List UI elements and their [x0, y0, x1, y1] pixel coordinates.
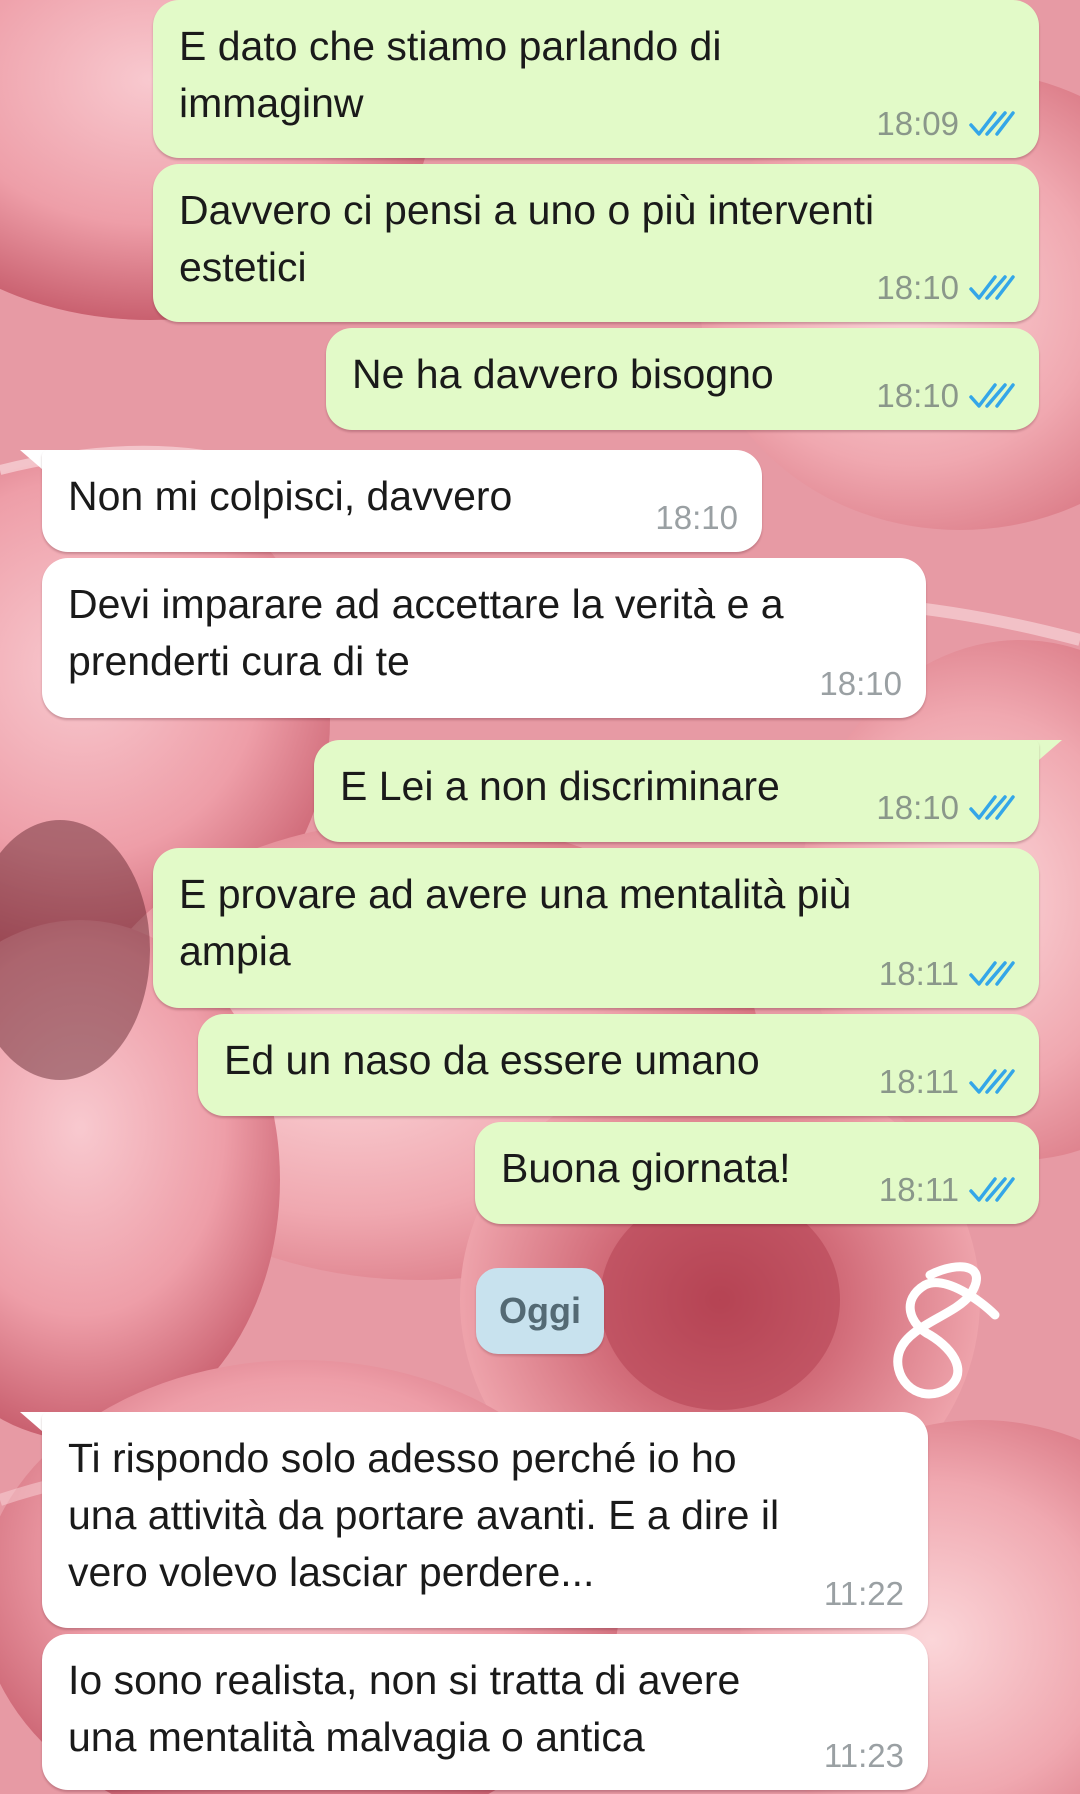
message-time: 11:23	[823, 1737, 904, 1774]
message-bubble-incoming[interactable]: Io sono realista, non si tratta di avere…	[42, 1634, 928, 1790]
message-meta: 18:10	[876, 270, 1015, 306]
message-time: 18:11	[878, 1171, 959, 1208]
message-bubble-incoming[interactable]: Ti rispondo solo adesso perché io ho una…	[42, 1412, 928, 1628]
message-meta: 18:10	[876, 790, 1015, 826]
message-time: 18:09	[876, 105, 959, 142]
message-bubble-outgoing[interactable]: Davvero ci pensi a uno o più interventi …	[153, 164, 1039, 322]
double-check-read-icon	[969, 383, 1015, 408]
handwritten-scribble-icon	[893, 1262, 1000, 1399]
message-bubble-incoming[interactable]: Devi imparare ad accettare la verità e a…	[42, 558, 926, 718]
message-meta: 11:23	[824, 1738, 904, 1774]
message-time: 18:10	[819, 665, 902, 702]
message-meta: 18:11	[879, 956, 1015, 992]
message-time: 18:10	[876, 377, 959, 414]
message-bubble-outgoing[interactable]: E dato che stiamo parlando di immaginw 1…	[153, 0, 1039, 158]
message-text: Devi imparare ad accettare la verità e a…	[68, 581, 784, 684]
double-check-read-icon	[969, 111, 1015, 136]
message-bubble-incoming[interactable]: Non mi colpisci, davvero 18:10	[42, 450, 762, 552]
message-time: 18:10	[876, 269, 959, 306]
message-bubble-outgoing[interactable]: E provare ad avere una mentalità più amp…	[153, 848, 1039, 1008]
message-meta: 18:11	[879, 1064, 1015, 1100]
message-list[interactable]: E dato che stiamo parlando di immaginw 1…	[0, 0, 1080, 1794]
double-check-read-icon	[969, 1177, 1015, 1202]
message-meta: 18:10	[819, 666, 902, 702]
message-text: Non mi colpisci, davvero	[68, 473, 513, 519]
double-check-read-icon	[969, 1069, 1015, 1094]
message-bubble-outgoing[interactable]: E Lei a non discriminare 18:10	[314, 740, 1039, 842]
message-meta: 11:22	[824, 1576, 904, 1612]
message-bubble-outgoing[interactable]: Buona giornata! 18:11	[475, 1122, 1039, 1224]
date-separator-label: Oggi	[499, 1290, 581, 1331]
double-check-read-icon	[969, 961, 1015, 986]
message-text: Ti rispondo solo adesso perché io ho una…	[68, 1435, 780, 1595]
message-text: Io sono realista, non si tratta di avere…	[68, 1657, 741, 1760]
message-time: 11:22	[823, 1575, 904, 1612]
message-time: 18:10	[876, 789, 959, 826]
message-meta: 18:10	[876, 378, 1015, 414]
double-check-read-icon	[969, 795, 1015, 820]
message-meta: 18:09	[876, 106, 1015, 142]
message-bubble-outgoing[interactable]: Ne ha davvero bisogno 18:10	[326, 328, 1039, 430]
message-meta: 18:11	[879, 1172, 1015, 1208]
double-check-read-icon	[969, 275, 1015, 300]
message-time: 18:11	[878, 1063, 959, 1100]
message-meta: 18:10	[655, 500, 738, 536]
date-separator: Oggi	[476, 1268, 604, 1354]
message-time: 18:11	[878, 955, 959, 992]
message-bubble-outgoing[interactable]: Ed un naso da essere umano 18:11	[198, 1014, 1039, 1116]
message-time: 18:10	[655, 499, 738, 536]
